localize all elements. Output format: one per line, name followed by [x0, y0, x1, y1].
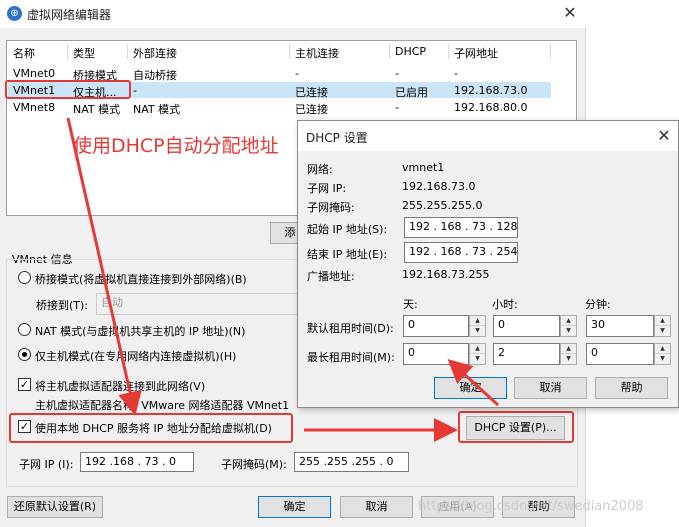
watermark-text: https://blog.csdn.net/swedian2008: [418, 499, 644, 514]
annotation-arrows: [66, 117, 500, 442]
arrow-to-max-lease: [447, 358, 500, 407]
arrow-to-dhcp-checkbox: [66, 117, 142, 416]
